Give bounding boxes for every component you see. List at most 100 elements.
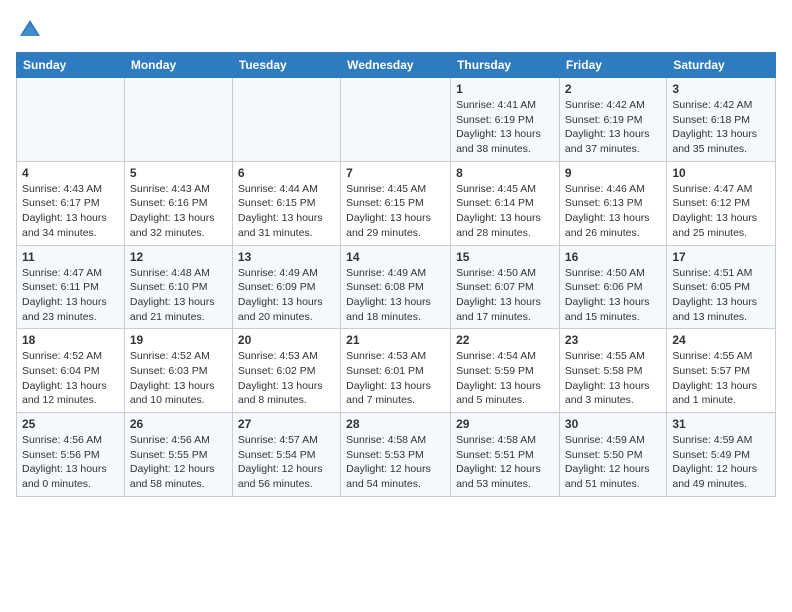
calendar-cell: 11 Sunrise: 4:47 AM Sunset: 6:11 PM Dayli… — [17, 245, 125, 329]
calendar-cell: 6 Sunrise: 4:44 AM Sunset: 6:15 PM Daylig… — [232, 161, 340, 245]
calendar-row-1: 1Sunrise: 4:41 AM Sunset: 6:19 PM Daylig… — [17, 78, 776, 162]
calendar-cell: 14 Sunrise: 4:49 AM Sunset: 6:08 PM Dayli… — [341, 245, 451, 329]
weekday-header-thursday: Thursday — [451, 53, 560, 78]
calendar-cell: 25 Sunrise: 4:56 AM Sunset: 5:56 PM Dayli… — [17, 413, 125, 497]
day-info: Sunrise: 4:46 AM Sunset: 6:13 PM Dayligh… — [565, 182, 661, 241]
calendar-row-4: 18 Sunrise: 4:52 AM Sunset: 6:04 PM Dayli… — [17, 329, 776, 413]
day-info: Sunrise: 4:57 AM Sunset: 5:54 PM Dayligh… — [238, 433, 335, 492]
weekday-header-saturday: Saturday — [667, 53, 776, 78]
day-number: 11 — [22, 250, 119, 264]
calendar-cell: 19 Sunrise: 4:52 AM Sunset: 6:03 PM Dayli… — [124, 329, 232, 413]
day-info: Sunrise: 4:45 AM Sunset: 6:14 PM Dayligh… — [456, 182, 554, 241]
day-info: Sunrise: 4:43 AM Sunset: 6:16 PM Dayligh… — [130, 182, 227, 241]
calendar-cell: 1Sunrise: 4:41 AM Sunset: 6:19 PM Daylig… — [451, 78, 560, 162]
day-number: 26 — [130, 417, 227, 431]
calendar-cell: 31 Sunrise: 4:59 AM Sunset: 5:49 PM Dayli… — [667, 413, 776, 497]
day-info: Sunrise: 4:42 AM Sunset: 6:19 PM Dayligh… — [565, 98, 661, 157]
day-info: Sunrise: 4:56 AM Sunset: 5:55 PM Dayligh… — [130, 433, 227, 492]
calendar-cell: 27Sunrise: 4:57 AM Sunset: 5:54 PM Dayli… — [232, 413, 340, 497]
calendar-cell: 5 Sunrise: 4:43 AM Sunset: 6:16 PM Daylig… — [124, 161, 232, 245]
weekday-header-friday: Friday — [559, 53, 666, 78]
weekday-header-wednesday: Wednesday — [341, 53, 451, 78]
day-info: Sunrise: 4:59 AM Sunset: 5:49 PM Dayligh… — [672, 433, 770, 492]
day-number: 18 — [22, 333, 119, 347]
day-info: Sunrise: 4:50 AM Sunset: 6:07 PM Dayligh… — [456, 266, 554, 325]
day-info: Sunrise: 4:49 AM Sunset: 6:08 PM Dayligh… — [346, 266, 445, 325]
day-info: Sunrise: 4:43 AM Sunset: 6:17 PM Dayligh… — [22, 182, 119, 241]
day-info: Sunrise: 4:49 AM Sunset: 6:09 PM Dayligh… — [238, 266, 335, 325]
day-info: Sunrise: 4:52 AM Sunset: 6:04 PM Dayligh… — [22, 349, 119, 408]
day-info: Sunrise: 4:52 AM Sunset: 6:03 PM Dayligh… — [130, 349, 227, 408]
calendar-cell: 15 Sunrise: 4:50 AM Sunset: 6:07 PM Dayli… — [451, 245, 560, 329]
day-number: 15 — [456, 250, 554, 264]
day-info: Sunrise: 4:58 AM Sunset: 5:53 PM Dayligh… — [346, 433, 445, 492]
calendar-cell: 9 Sunrise: 4:46 AM Sunset: 6:13 PM Daylig… — [559, 161, 666, 245]
day-info: Sunrise: 4:47 AM Sunset: 6:11 PM Dayligh… — [22, 266, 119, 325]
calendar-cell — [232, 78, 340, 162]
day-number: 13 — [238, 250, 335, 264]
calendar-cell — [124, 78, 232, 162]
day-info: Sunrise: 4:53 AM Sunset: 6:02 PM Dayligh… — [238, 349, 335, 408]
weekday-header-sunday: Sunday — [17, 53, 125, 78]
day-number: 30 — [565, 417, 661, 431]
calendar-row-2: 4 Sunrise: 4:43 AM Sunset: 6:17 PM Daylig… — [17, 161, 776, 245]
day-number: 10 — [672, 166, 770, 180]
day-number: 31 — [672, 417, 770, 431]
calendar-cell: 30 Sunrise: 4:59 AM Sunset: 5:50 PM Dayli… — [559, 413, 666, 497]
day-number: 23 — [565, 333, 661, 347]
day-info: Sunrise: 4:55 AM Sunset: 5:57 PM Dayligh… — [672, 349, 770, 408]
day-info: Sunrise: 4:51 AM Sunset: 6:05 PM Dayligh… — [672, 266, 770, 325]
page-header — [16, 16, 776, 44]
calendar-cell: 8Sunrise: 4:45 AM Sunset: 6:14 PM Daylig… — [451, 161, 560, 245]
calendar-cell: 20 Sunrise: 4:53 AM Sunset: 6:02 PM Dayli… — [232, 329, 340, 413]
calendar-cell: 13 Sunrise: 4:49 AM Sunset: 6:09 PM Dayli… — [232, 245, 340, 329]
calendar-cell: 16Sunrise: 4:50 AM Sunset: 6:06 PM Dayli… — [559, 245, 666, 329]
day-number: 9 — [565, 166, 661, 180]
calendar-header: SundayMondayTuesdayWednesdayThursdayFrid… — [17, 53, 776, 78]
day-number: 17 — [672, 250, 770, 264]
day-info: Sunrise: 4:53 AM Sunset: 6:01 PM Dayligh… — [346, 349, 445, 408]
calendar-cell: 23 Sunrise: 4:55 AM Sunset: 5:58 PM Dayli… — [559, 329, 666, 413]
day-number: 12 — [130, 250, 227, 264]
day-number: 6 — [238, 166, 335, 180]
day-info: Sunrise: 4:45 AM Sunset: 6:15 PM Dayligh… — [346, 182, 445, 241]
weekday-header-monday: Monday — [124, 53, 232, 78]
day-number: 28 — [346, 417, 445, 431]
calendar-cell: 12Sunrise: 4:48 AM Sunset: 6:10 PM Dayli… — [124, 245, 232, 329]
day-number: 2 — [565, 82, 661, 96]
calendar-cell: 28 Sunrise: 4:58 AM Sunset: 5:53 PM Dayli… — [341, 413, 451, 497]
calendar-cell: 2 Sunrise: 4:42 AM Sunset: 6:19 PM Daylig… — [559, 78, 666, 162]
day-number: 19 — [130, 333, 227, 347]
calendar-cell: 7 Sunrise: 4:45 AM Sunset: 6:15 PM Daylig… — [341, 161, 451, 245]
logo-icon — [16, 16, 44, 44]
day-info: Sunrise: 4:41 AM Sunset: 6:19 PM Dayligh… — [456, 98, 554, 157]
day-number: 22 — [456, 333, 554, 347]
calendar-cell: 17 Sunrise: 4:51 AM Sunset: 6:05 PM Dayli… — [667, 245, 776, 329]
day-number: 21 — [346, 333, 445, 347]
day-info: Sunrise: 4:47 AM Sunset: 6:12 PM Dayligh… — [672, 182, 770, 241]
calendar-cell: 26 Sunrise: 4:56 AM Sunset: 5:55 PM Dayli… — [124, 413, 232, 497]
day-info: Sunrise: 4:44 AM Sunset: 6:15 PM Dayligh… — [238, 182, 335, 241]
day-number: 25 — [22, 417, 119, 431]
day-number: 20 — [238, 333, 335, 347]
calendar-row-5: 25 Sunrise: 4:56 AM Sunset: 5:56 PM Dayli… — [17, 413, 776, 497]
day-info: Sunrise: 4:59 AM Sunset: 5:50 PM Dayligh… — [565, 433, 661, 492]
calendar-cell: 21 Sunrise: 4:53 AM Sunset: 6:01 PM Dayli… — [341, 329, 451, 413]
calendar-cell: 29Sunrise: 4:58 AM Sunset: 5:51 PM Dayli… — [451, 413, 560, 497]
day-number: 5 — [130, 166, 227, 180]
day-info: Sunrise: 4:55 AM Sunset: 5:58 PM Dayligh… — [565, 349, 661, 408]
day-number: 14 — [346, 250, 445, 264]
day-number: 7 — [346, 166, 445, 180]
calendar-cell: 18 Sunrise: 4:52 AM Sunset: 6:04 PM Dayli… — [17, 329, 125, 413]
day-number: 3 — [672, 82, 770, 96]
logo — [16, 16, 48, 44]
calendar-row-3: 11 Sunrise: 4:47 AM Sunset: 6:11 PM Dayli… — [17, 245, 776, 329]
day-number: 4 — [22, 166, 119, 180]
calendar-cell: 4 Sunrise: 4:43 AM Sunset: 6:17 PM Daylig… — [17, 161, 125, 245]
calendar-cell: 24Sunrise: 4:55 AM Sunset: 5:57 PM Dayli… — [667, 329, 776, 413]
calendar-cell — [341, 78, 451, 162]
day-info: Sunrise: 4:54 AM Sunset: 5:59 PM Dayligh… — [456, 349, 554, 408]
day-info: Sunrise: 4:56 AM Sunset: 5:56 PM Dayligh… — [22, 433, 119, 492]
calendar-cell: 22 Sunrise: 4:54 AM Sunset: 5:59 PM Dayli… — [451, 329, 560, 413]
day-number: 29 — [456, 417, 554, 431]
